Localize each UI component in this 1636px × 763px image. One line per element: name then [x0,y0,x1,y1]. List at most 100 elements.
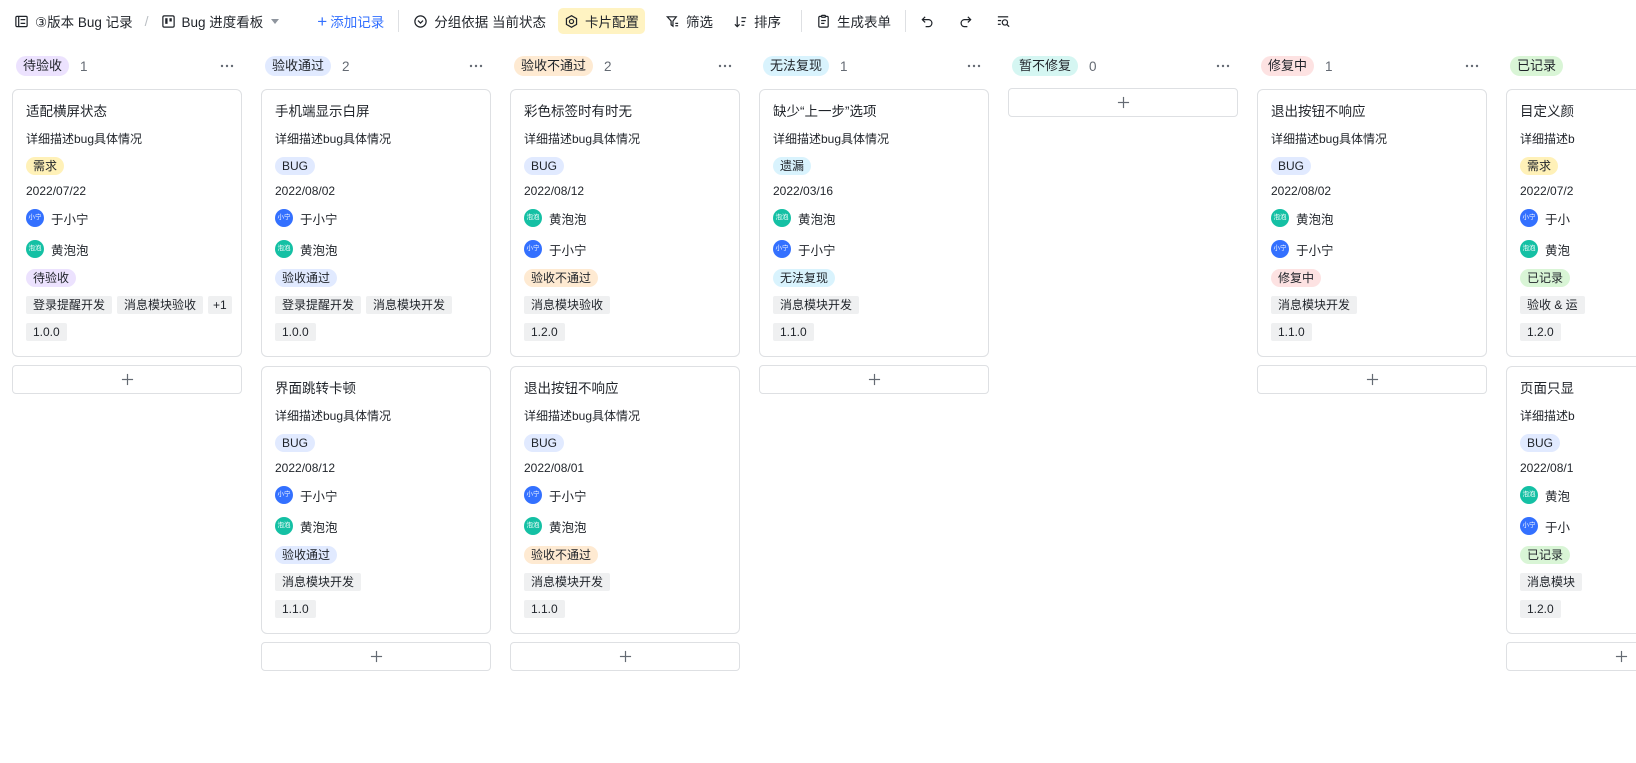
card-type-tag: 需求 [1520,157,1559,175]
record-card[interactable]: 目定义颜 详细描述b 需求 2022/07/2 小宁 于小 泡泡 黄泡 已记录 验收 & 运 1.2… [1506,89,1636,357]
card-description: 详细描述b [1520,132,1575,146]
plus-icon [121,373,133,386]
avatar: 泡泡 [773,209,791,227]
column-more-button[interactable] [467,56,485,76]
avatar: 小宁 [1520,517,1538,535]
card-person: 小宁 于小宁 [26,209,229,227]
person-name: 黄泡泡 [51,243,89,258]
view-selector[interactable]: Bug 进度看板 [161,8,280,34]
column-header: 验收通过 2 [261,50,491,82]
record-card[interactable]: 页面只显 详细描述b BUG 2022/08/1 泡泡 黄泡 小宁 于小 已记录 消息模块 1.2.… [1506,366,1636,634]
redo-button[interactable] [958,8,973,34]
column-status-tag[interactable]: 暂不修复 [1012,56,1079,76]
kanban-board: 待验收 1 适配横屏状态 详细描述bug具体情况 需求 2022/07/22 小宁 于小宁 泡泡… [0,50,1636,763]
module-tag: 登录提醒开发 [275,296,362,314]
person-name: 于小宁 [300,212,338,227]
person-name: 于小宁 [549,243,587,258]
sort-button[interactable]: 排序 [733,8,781,34]
card-person: 泡泡 黄泡 [1520,240,1636,258]
version-tag: 1.2.0 [524,323,565,341]
person-name: 于小宁 [300,489,338,504]
add-card-button[interactable] [510,642,740,671]
record-card[interactable]: 退出按钮不响应 详细描述bug具体情况 BUG 2022/08/01 小宁 于小宁 泡泡 黄泡… [510,366,740,634]
card-date: 2022/08/01 [524,461,585,475]
record-card[interactable]: 界面跳转卡顿 详细描述bug具体情况 BUG 2022/08/12 小宁 于小宁 泡泡 黄泡泡… [261,366,491,634]
module-tag: 消息模块开发 [1271,296,1358,314]
gear-icon [565,14,578,28]
toolbar-divider [905,10,906,32]
column-status-tag[interactable]: 无法复现 [763,56,830,76]
add-record-button[interactable]: + 添加记录 [317,8,384,34]
card-person: 泡泡 黄泡泡 [524,517,727,535]
person-name: 于小宁 [51,212,89,227]
column-more-button[interactable] [218,56,236,76]
column-status-tag[interactable]: 已记录 [1510,56,1564,76]
card-description: 详细描述bug具体情况 [26,132,143,146]
column-status-tag[interactable]: 待验收 [16,56,70,76]
table-selector[interactable]: ③版本 Bug 记录 [14,8,133,34]
avatar: 小宁 [26,209,44,227]
card-type-tag: 需求 [26,157,65,175]
form-icon [818,14,829,28]
add-card-button[interactable] [12,365,242,394]
version-tag: 1.2.0 [1520,600,1561,618]
column-count: 1 [1325,58,1333,74]
card-date: 2022/07/22 [26,184,87,198]
card-date: 2022/03/16 [773,184,834,198]
card-date: 2022/07/2 [1520,184,1574,198]
generate-form-button[interactable]: 生成表单 [816,8,891,34]
group-by-label: 分组依据 当前状态 [434,15,546,30]
column-count: 0 [1089,58,1097,74]
column-status-tag[interactable]: 验收通过 [265,56,332,76]
column-wont-fix: 暂不修复 0 [1008,50,1238,117]
column-header: 修复中 1 [1257,50,1487,82]
add-card-button[interactable] [261,642,491,671]
add-card-button[interactable] [759,365,989,394]
record-card[interactable]: 适配横屏状态 详细描述bug具体情况 需求 2022/07/22 小宁 于小宁 泡泡 黄泡泡待… [12,89,242,357]
card-status-tag: 待验收 [26,269,77,287]
filter-button[interactable]: 筛选 [665,8,713,34]
add-card-button[interactable] [1257,365,1487,394]
column-more-button[interactable] [1214,56,1232,76]
avatar: 小宁 [773,240,791,258]
card-person: 泡泡 黄泡泡 [26,240,229,258]
person-name: 黄泡 [1545,489,1571,504]
card-status-tag: 无法复现 [773,269,836,287]
sort-label: 排序 [754,15,781,30]
add-card-button[interactable] [1506,642,1636,671]
card-date: 2022/08/1 [1520,461,1574,475]
module-tag: 消息模块开发 [524,573,611,591]
module-tag: 消息模块验收 [524,296,611,314]
record-card[interactable]: 手机端显示白屏 详细描述bug具体情况 BUG 2022/08/02 小宁 于小宁 泡泡 黄泡… [261,89,491,357]
undo-icon [921,15,933,27]
card-date: 2022/08/12 [524,184,585,198]
more-icon [718,64,732,68]
add-card-button[interactable] [1008,88,1238,117]
breadcrumb-separator: / [144,13,149,29]
person-name: 于小 [1545,520,1571,535]
module-more-tag: +1 [208,296,232,314]
record-card[interactable]: 彩色标签时有时无 详细描述bug具体情况 BUG 2022/08/12 泡泡 黄泡泡 小宁于… [510,89,740,357]
card-config-button[interactable]: 卡片配置 [558,8,645,34]
undo-button[interactable] [920,8,935,34]
person-name: 黄泡泡 [549,212,587,227]
column-status-tag[interactable]: 验收不通过 [514,56,594,76]
module-tag: 消息模块验收 [117,296,204,314]
person-name: 于小 [1545,212,1571,227]
more-icon [469,64,483,68]
column-passed: 验收通过 2 手机端显示白屏 详细描述bug具体情况 BUG 2022/08/02 小宁 于小… [261,50,491,671]
record-card[interactable]: 缺少“上一步”选项 详细描述bug具体情况 遗漏 2022/03/16 泡泡 黄泡泡 小宁于… [759,89,989,357]
column-more-button[interactable] [1463,56,1481,76]
column-more-button[interactable] [716,56,734,76]
person-name: 黄泡泡 [300,243,338,258]
search-button[interactable] [996,8,1011,34]
column-more-button[interactable] [965,56,983,76]
column-count: 2 [342,58,350,74]
card-type-tag: BUG [524,434,565,452]
card-title: 目定义颜 [1520,104,1574,119]
card-status-tag: 修复中 [1271,269,1322,287]
plus-icon [1615,650,1627,663]
column-status-tag[interactable]: 修复中 [1261,56,1315,76]
record-card[interactable]: 退出按钮不响应 详细描述bug具体情况 BUG 2022/08/02 泡泡 黄泡泡 小宁 于小… [1257,89,1487,357]
group-by-button[interactable]: 分组依据 当前状态 [413,8,546,34]
